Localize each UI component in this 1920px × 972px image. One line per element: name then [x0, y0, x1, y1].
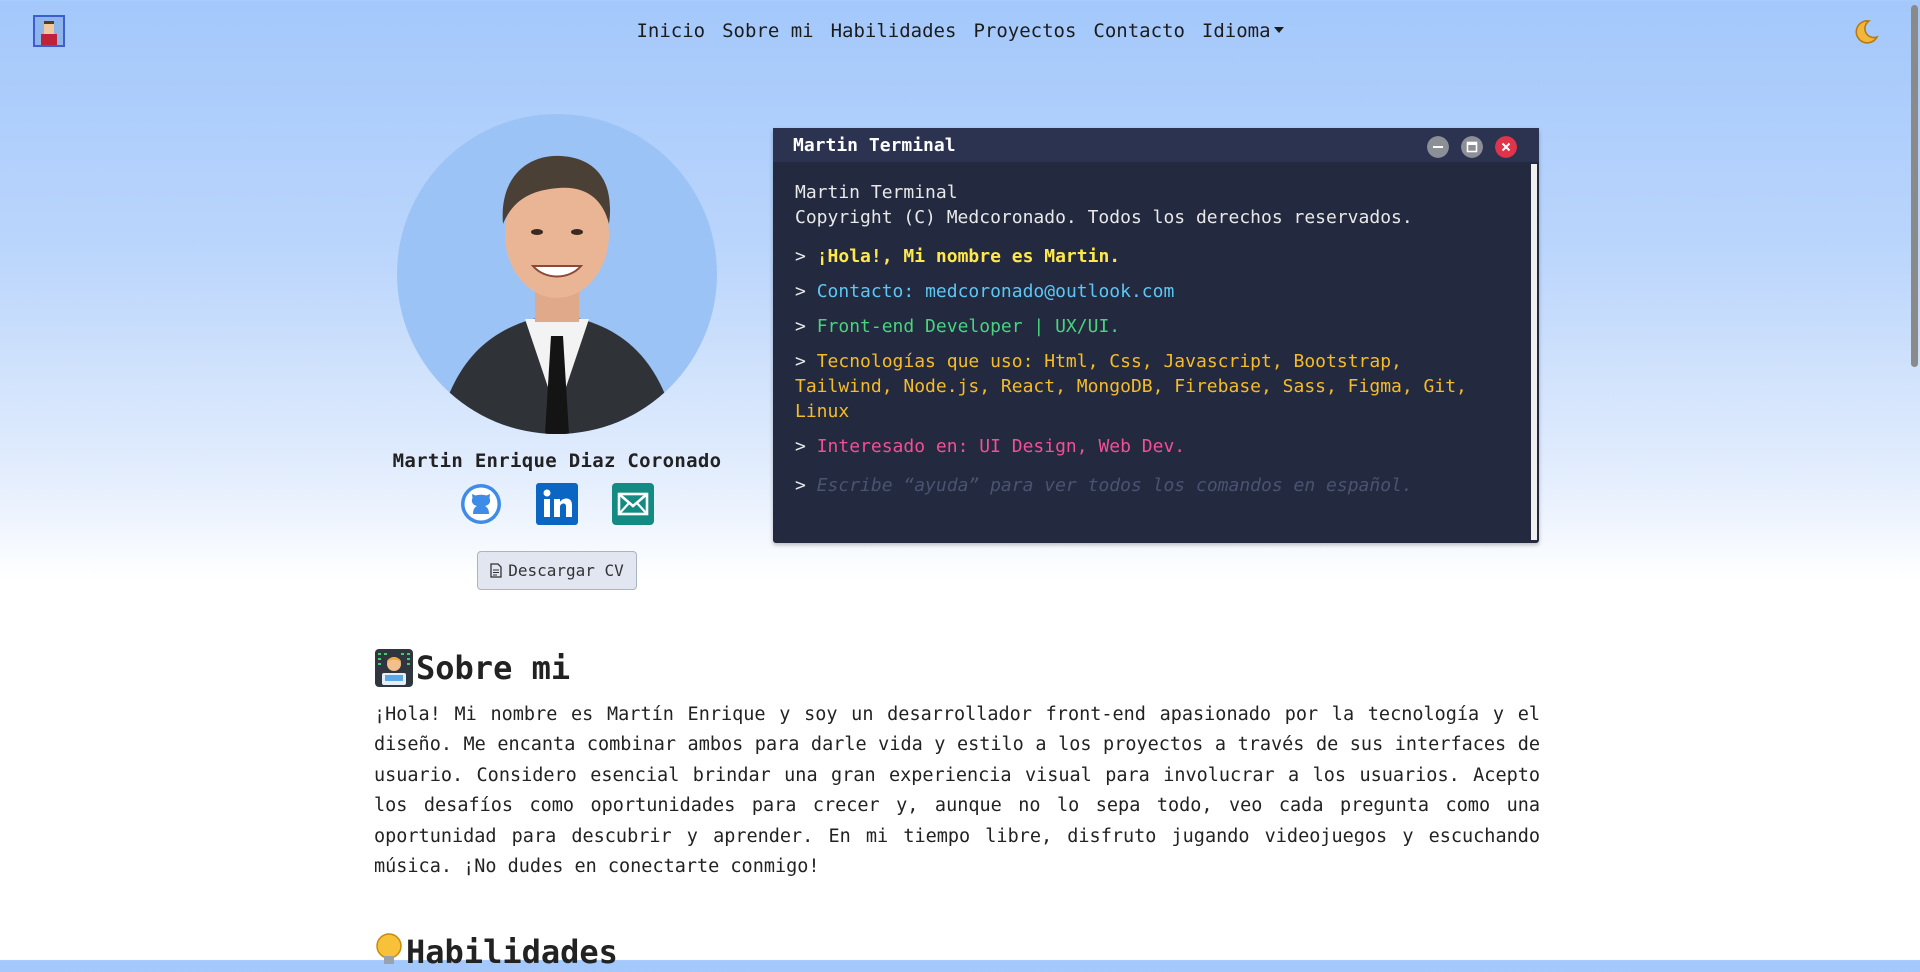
- github-icon[interactable]: [460, 483, 502, 525]
- language-dropdown-label: Idioma: [1201, 20, 1271, 42]
- terminal-line-interests: > Interesado en: UI Design, Web Dev.: [795, 436, 1186, 457]
- close-icon[interactable]: [1495, 136, 1517, 158]
- terminal-titlebar: Martin Terminal: [773, 128, 1539, 162]
- terminal-header-name: Martin Terminal: [795, 182, 958, 203]
- terminal-line-role: > Front-end Developer | UX/UI.: [795, 316, 1121, 337]
- moon-icon[interactable]: [1852, 18, 1880, 46]
- download-cv-label: Descargar CV: [508, 561, 624, 580]
- profile-photo: [397, 114, 717, 434]
- about-paragraph: ¡Hola! Mi nombre es Martín Enrique y soy…: [374, 704, 1540, 878]
- page-scrollbar[interactable]: [1909, 0, 1920, 960]
- terminal-line-tech: > Tecnologías que uso: Html, Css, Javasc…: [795, 351, 1467, 422]
- nav-links: Inicio Sobre mi Habilidades Proyectos Co…: [0, 20, 1920, 42]
- chevron-down-icon: [1273, 27, 1284, 33]
- download-cv-button[interactable]: Descargar CV: [477, 551, 637, 590]
- document-icon: [490, 563, 502, 578]
- navbar: Inicio Sobre mi Habilidades Proyectos Co…: [0, 0, 1920, 64]
- nav-link-proyectos[interactable]: Proyectos: [973, 20, 1076, 42]
- developer-emoji-icon: [375, 649, 413, 687]
- profile-name: Martin Enrique Diaz Coronado: [392, 450, 722, 472]
- maximize-icon[interactable]: [1461, 136, 1483, 158]
- about-title: Sobre mi: [416, 649, 571, 687]
- linkedin-icon[interactable]: [536, 483, 578, 525]
- skills-title: Habilidades: [406, 933, 618, 971]
- social-links: [460, 483, 654, 525]
- nav-link-habilidades[interactable]: Habilidades: [831, 20, 957, 42]
- terminal-input[interactable]: Escribe “ayuda” para ver todos los coman…: [817, 475, 1413, 496]
- lightbulb-icon: [376, 933, 402, 964]
- nav-link-sobre-mi[interactable]: Sobre mi: [722, 20, 814, 42]
- nav-link-inicio[interactable]: Inicio: [636, 20, 705, 42]
- contact-email-link[interactable]: medcoronado@outlook.com: [925, 281, 1174, 302]
- terminal-scrollbar[interactable]: [1531, 164, 1537, 540]
- terminal-line-greeting: > ¡Hola!, Mi nombre es Martin.: [795, 246, 1121, 267]
- terminal-title: Martin Terminal: [793, 135, 956, 156]
- terminal-line-contact: > Contacto: medcoronado@outlook.com: [795, 281, 1175, 302]
- terminal-output: Martin Terminal Copyright (C) Medcoronad…: [795, 180, 1505, 508]
- terminal-input-row[interactable]: > Escribe “ayuda” para ver todos los com…: [795, 473, 1505, 498]
- terminal-window: Martin Terminal Martin Terminal Copyrigh…: [773, 128, 1539, 543]
- terminal-header-copyright: Copyright (C) Medcoronado. Todos los der…: [795, 207, 1413, 228]
- language-dropdown[interactable]: Idioma: [1202, 20, 1284, 42]
- about-heading: Sobre mi: [374, 648, 570, 688]
- nav-link-contacto[interactable]: Contacto: [1093, 20, 1185, 42]
- minimize-icon[interactable]: [1427, 136, 1449, 158]
- skills-heading: Habilidades: [374, 932, 618, 972]
- email-icon[interactable]: [612, 483, 654, 525]
